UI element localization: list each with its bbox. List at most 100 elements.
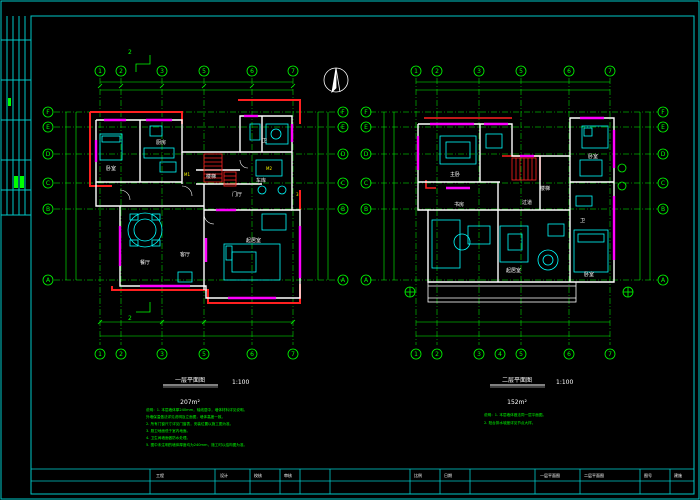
title-block-label-scale: 比例 xyxy=(414,472,422,478)
plan1-axis-left-A: A xyxy=(46,277,51,284)
svg-text:3: 3 xyxy=(296,192,299,197)
plan1-scale: 1:100 xyxy=(232,379,249,386)
svg-text:客厅: 客厅 xyxy=(180,251,190,258)
svg-text:M1: M1 xyxy=(184,172,190,177)
plan2-windows xyxy=(416,116,616,260)
svg-text:门厅: 门厅 xyxy=(232,191,242,198)
plan1-axis-bottom-5: 5 xyxy=(202,351,206,358)
plan1-axis-top-3: 3 xyxy=(160,68,164,75)
plan2-axis-left-A: A xyxy=(364,277,369,284)
plan1-axis-bottom-3: 3 xyxy=(160,351,164,358)
plan2-axis-bottom-6: 6 xyxy=(567,351,571,358)
svg-text:卧室: 卧室 xyxy=(584,271,594,278)
title-block: 工程 设计 校核 审核 比例 日期 一层平面图 图号 二层平面图 建施 xyxy=(30,468,695,495)
title-block-value-drawing2: 二层平面图 xyxy=(584,472,604,478)
plan1-axis-right-D: D xyxy=(341,151,346,158)
plan1-walls xyxy=(95,115,301,299)
title-block-label-project: 工程 xyxy=(156,472,164,478)
plan2-notes: 说明：1. 本层墙体做法同一层平面图。 2. 阳台排水坡度详见节点大样。 xyxy=(484,412,546,425)
svg-text:M2: M2 xyxy=(266,166,272,171)
plan2-balcony-railing xyxy=(427,281,577,303)
svg-text:主卧: 主卧 xyxy=(450,171,460,178)
plan2-axis-top-2: 2 xyxy=(435,68,439,75)
binding-strip-marks xyxy=(8,98,24,188)
svg-text:卧室: 卧室 xyxy=(106,165,116,172)
plan1-axis-bubbles-right xyxy=(337,106,349,286)
plan2-axis-right-B: B xyxy=(661,206,665,213)
plan1-axis-right-E: E xyxy=(341,124,345,131)
plan2-axis-bottom-4: 4 xyxy=(498,351,502,358)
svg-text:楼梯: 楼梯 xyxy=(540,185,550,192)
plan1-axis-left-F: F xyxy=(46,109,50,116)
plan2-axis-right-D: D xyxy=(661,151,666,158)
north-arrow-icon xyxy=(323,67,349,94)
title-block-label-design: 设计 xyxy=(220,472,228,478)
plan2-axis-left-C: C xyxy=(364,180,368,187)
plan1-title: 一层平面图 1:100 207m² xyxy=(163,377,249,406)
plan2-axis-right-E: E xyxy=(661,124,665,131)
plan1-note-4: 4. 卫生间墙面做防水处理。 xyxy=(146,435,190,440)
plan2-axis-top-6: 6 xyxy=(567,68,571,75)
plan1-axis-top-5: 5 xyxy=(202,68,206,75)
plan1-axis-right-F: F xyxy=(341,109,345,116)
plan1-axis-top-6: 6 xyxy=(250,68,254,75)
plan1-axis-bubbles-left xyxy=(42,106,54,286)
plan2-axis-bottom-3: 3 xyxy=(477,351,481,358)
plan1-section-mark-top: 2 xyxy=(128,49,132,56)
svg-text:书房: 书房 xyxy=(454,201,464,208)
plan1-notes: 说明：1. 本层墙体厚240mm，轴线居中，墙体材料详见说明。 外墙保温做法详见… xyxy=(146,407,247,447)
plan1-title-text: 一层平面图 xyxy=(175,377,205,384)
title-block-label-review: 审核 xyxy=(284,472,292,478)
plan2-axis-bottom-1: 1 xyxy=(414,351,418,358)
title-block-label-number: 图号 xyxy=(644,472,652,478)
title-block-label-check: 校核 xyxy=(254,472,262,478)
plan2-axis-bottom-7: 7 xyxy=(608,351,612,358)
plan1-axis-bottom-7: 7 xyxy=(291,351,295,358)
plan2-note-0: 说明：1. 本层墙体做法同一层平面图。 xyxy=(484,412,546,417)
plan2-axis-right-F: F xyxy=(661,109,665,116)
plan2-axis-bottom-2: 2 xyxy=(435,351,439,358)
plan1-note-1: 外墙保温做法详见说明及立面图，墙体高度一致。 xyxy=(146,414,225,419)
plan2-plant-icons xyxy=(404,163,634,298)
plan2-axis-right-A: A xyxy=(661,277,666,284)
svg-text:起居室: 起居室 xyxy=(506,267,521,274)
plan1-axis-bottom-2: 2 xyxy=(119,351,123,358)
plan2-axis-left-F: F xyxy=(364,109,368,116)
plan1-axis-right-C: C xyxy=(341,180,345,187)
plan2-scale: 1:100 xyxy=(556,379,573,386)
plan1-axis-right-B: B xyxy=(341,206,345,213)
svg-text:厨房: 厨房 xyxy=(156,139,166,146)
cad-drawing-sheet: 卧室 厨房 餐厅 客厅 起居室 卫 楼梯 车库 门厅 M1 M2 3 2 2 1… xyxy=(0,0,700,500)
plan2-furniture xyxy=(431,125,609,273)
plan1-axis-top-7: 7 xyxy=(291,68,295,75)
plan2-axis-top-7: 7 xyxy=(608,68,612,75)
plan2-balcony-outline xyxy=(424,117,541,189)
plan2-axis-bubbles-left xyxy=(360,106,372,286)
plan1-axis-top-1: 1 xyxy=(98,68,102,75)
sheet-frame xyxy=(0,0,700,500)
plan1-furniture xyxy=(99,123,289,283)
plan1-axis-bottom-1: 1 xyxy=(98,351,102,358)
svg-text:起居室: 起居室 xyxy=(246,237,261,244)
plan1-axis-bubbles-top xyxy=(94,65,299,77)
plan1-windows xyxy=(94,114,302,300)
plan2-axis-bubbles-top xyxy=(410,65,616,77)
plan1-axis-left-B: B xyxy=(46,206,50,213)
svg-text:过道: 过道 xyxy=(522,199,532,206)
plan1-axis-grid xyxy=(54,78,342,345)
plan2-axis-top-3: 3 xyxy=(477,68,481,75)
svg-text:卧室: 卧室 xyxy=(588,153,598,160)
title-block-value-number: 建施 xyxy=(674,472,682,478)
plan2-area: 152m² xyxy=(507,399,527,406)
plan2-axis-top-1: 1 xyxy=(414,68,418,75)
svg-text:卫: 卫 xyxy=(262,138,267,144)
plan1-note-2: 2. 所有门窗尺寸详见门窗表，安装位置以施工图为准。 xyxy=(146,421,233,426)
plan2-second-floor: 主卧 卧室 书房 过道 卫 卧室 起居室 楼梯 1 2 3 5 6 7 1 2 … xyxy=(360,65,669,425)
plan2-axis-left-D: D xyxy=(364,151,369,158)
plan2-axis-bottom-5: 5 xyxy=(519,351,523,358)
plan1-axis-left-E: E xyxy=(46,124,50,131)
plan1-note-3: 3. 厨卫地面低于室内地面。 xyxy=(146,428,190,433)
plan2-axis-bubbles-bottom xyxy=(410,348,616,360)
plan1-room-labels: 卧室 厨房 餐厅 客厅 起居室 卫 楼梯 车库 门厅 xyxy=(106,138,267,266)
plan1-axis-top-2: 2 xyxy=(119,68,123,75)
